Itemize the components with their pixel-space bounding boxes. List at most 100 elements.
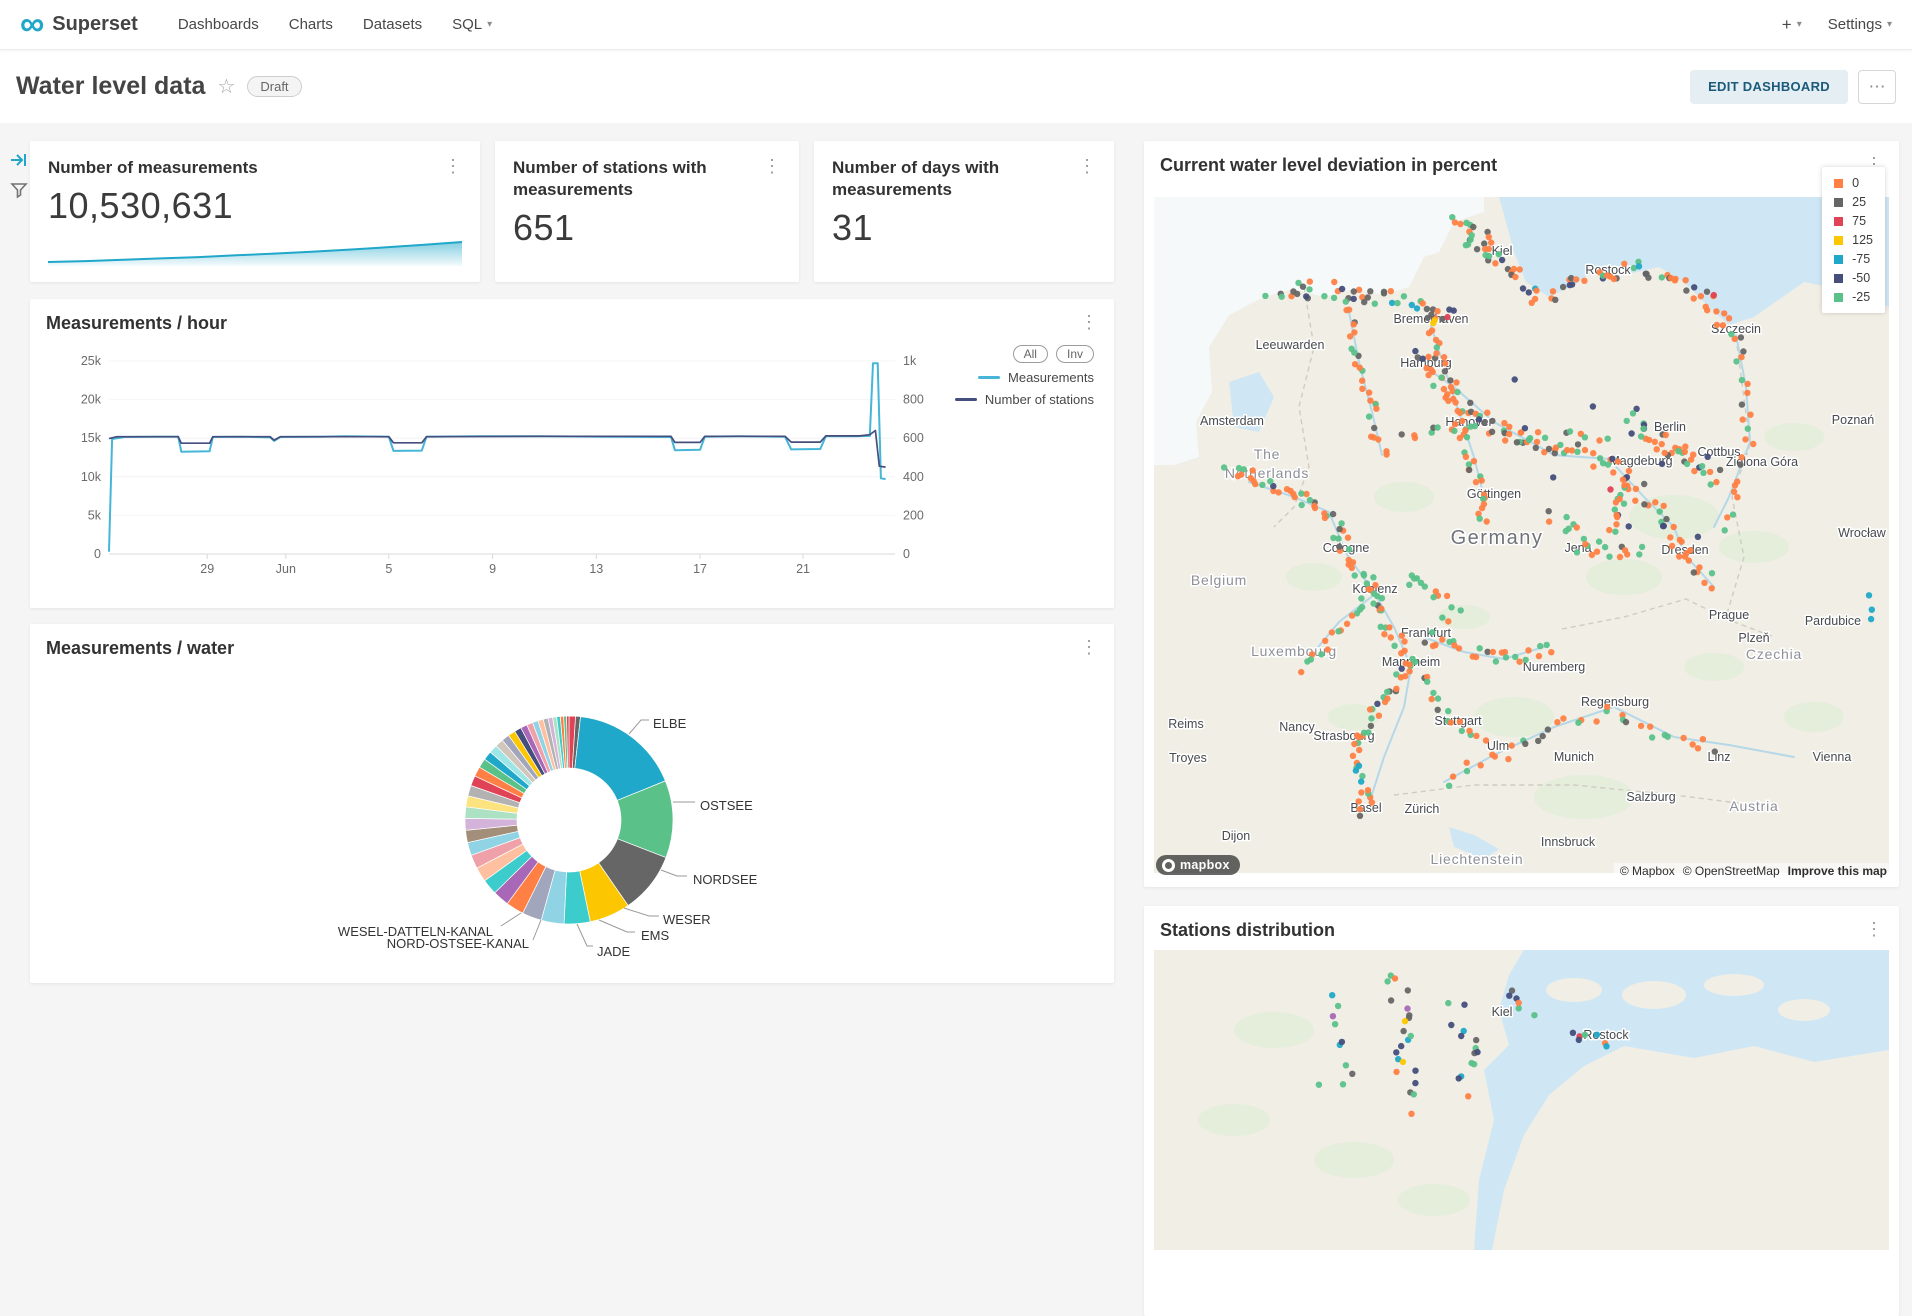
top-navbar: ∞ Superset Dashboards Charts Datasets SQ… bbox=[0, 0, 1912, 50]
improve-map-link[interactable]: Improve this map bbox=[1788, 864, 1887, 878]
filter-funnel-icon[interactable] bbox=[9, 180, 29, 200]
legend-item[interactable]: 0 bbox=[1834, 176, 1873, 190]
favorite-star-icon[interactable]: ☆ bbox=[217, 74, 235, 99]
svg-text:800: 800 bbox=[903, 393, 924, 407]
hour-line-chart[interactable]: 05k10k15k20k25k02004006008001k29Jun59131… bbox=[30, 299, 1114, 608]
legend-label: 75 bbox=[1852, 214, 1866, 228]
navbar-right: +▾ Settings ▾ bbox=[1782, 15, 1892, 35]
map-legend: 0 25 75 125 -75 -50 -25 bbox=[1822, 167, 1885, 313]
svg-text:Berlin: Berlin bbox=[1654, 420, 1686, 434]
chart-legend: All Inv Measurements Number of stations bbox=[955, 345, 1094, 407]
superset-logo-icon[interactable]: ∞ bbox=[20, 11, 44, 38]
settings-label: Settings bbox=[1828, 16, 1882, 33]
legend-label: 25 bbox=[1852, 195, 1866, 209]
legend-swatch bbox=[1834, 236, 1843, 245]
draft-badge: Draft bbox=[247, 76, 301, 97]
water-donut-chart[interactable]: ELBEOSTSEENORDSEEWESEREMSJADEWESEL-DATTE… bbox=[30, 624, 1114, 983]
svg-text:Luxembourg: Luxembourg bbox=[1251, 643, 1337, 659]
kebab-menu-icon[interactable]: ⋮ bbox=[755, 157, 781, 175]
svg-text:25k: 25k bbox=[81, 354, 102, 368]
svg-text:The: The bbox=[1254, 446, 1281, 462]
legend-item[interactable]: -75 bbox=[1834, 252, 1873, 266]
svg-text:0: 0 bbox=[94, 547, 101, 561]
svg-text:Prague: Prague bbox=[1709, 608, 1749, 622]
nav-item-charts[interactable]: Charts bbox=[289, 16, 333, 33]
svg-text:Kiel: Kiel bbox=[1492, 244, 1513, 258]
svg-text:13: 13 bbox=[589, 562, 603, 576]
svg-text:Pardubice: Pardubice bbox=[1805, 614, 1861, 628]
stations-scatter-map[interactable]: KielRostock bbox=[1154, 950, 1889, 1316]
legend-item[interactable]: -50 bbox=[1834, 271, 1873, 285]
nav-label: Datasets bbox=[363, 16, 422, 33]
svg-text:Ulm: Ulm bbox=[1487, 739, 1509, 753]
svg-text:Wrocław: Wrocław bbox=[1838, 526, 1887, 540]
nav-item-sql[interactable]: SQL ▾ bbox=[452, 16, 492, 33]
kebab-menu-icon[interactable]: ⋮ bbox=[436, 157, 462, 175]
chart-panel-deviation-map: Current water level deviation in percent… bbox=[1144, 141, 1899, 887]
chevron-down-icon: ▾ bbox=[1887, 19, 1892, 30]
svg-text:Vienna: Vienna bbox=[1813, 750, 1852, 764]
legend-label: -25 bbox=[1852, 290, 1870, 304]
kpi-value: 31 bbox=[832, 207, 1096, 249]
kebab-menu-icon[interactable]: ⋮ bbox=[1070, 157, 1096, 175]
deviation-scatter-map[interactable]: LeeuwardenAmsterdamTheNetherlandsBelgium… bbox=[1154, 197, 1889, 873]
nav-label: SQL bbox=[452, 16, 482, 33]
legend-item[interactable]: -25 bbox=[1834, 290, 1873, 304]
kpi-title: Number of days with measurements bbox=[832, 157, 1070, 201]
nav-label: Dashboards bbox=[178, 16, 259, 33]
chart-panel-stations-distribution: Stations distribution ⋮ KielRostock bbox=[1144, 906, 1899, 1316]
settings-menu-button[interactable]: Settings ▾ bbox=[1828, 16, 1892, 33]
svg-text:Cologne: Cologne bbox=[1323, 541, 1370, 555]
svg-text:Troyes: Troyes bbox=[1169, 751, 1207, 765]
mapbox-circle-icon bbox=[1162, 859, 1175, 872]
svg-text:10k: 10k bbox=[81, 470, 102, 484]
legend-item-measurements[interactable]: Measurements bbox=[978, 370, 1094, 385]
dashboard-header: Water level data ☆ Draft EDIT DASHBOARD … bbox=[0, 50, 1912, 123]
expand-filter-bar-icon[interactable] bbox=[9, 150, 29, 170]
kpi-value: 651 bbox=[513, 207, 781, 249]
svg-text:Jun: Jun bbox=[276, 562, 296, 576]
chevron-down-icon: ▾ bbox=[487, 19, 492, 30]
nav-item-datasets[interactable]: Datasets bbox=[363, 16, 422, 33]
svg-text:0: 0 bbox=[903, 547, 910, 561]
legend-label: Measurements bbox=[1008, 370, 1094, 385]
kebab-menu-icon[interactable]: ⋮ bbox=[1072, 638, 1098, 656]
mapbox-attribution-link[interactable]: © Mapbox bbox=[1620, 864, 1675, 878]
header-actions: EDIT DASHBOARD ⋯ bbox=[1690, 70, 1896, 104]
svg-text:Rostock: Rostock bbox=[1583, 1028, 1629, 1042]
svg-text:600: 600 bbox=[903, 431, 924, 445]
nav-item-dashboards[interactable]: Dashboards bbox=[178, 16, 259, 33]
svg-text:Leeuwarden: Leeuwarden bbox=[1256, 338, 1325, 352]
new-menu-button[interactable]: +▾ bbox=[1782, 15, 1802, 35]
plus-icon: + bbox=[1782, 15, 1792, 35]
svg-text:Germany: Germany bbox=[1451, 527, 1544, 549]
legend-item[interactable]: 125 bbox=[1834, 233, 1873, 247]
svg-text:1k: 1k bbox=[903, 354, 917, 368]
svg-text:ELBE: ELBE bbox=[653, 716, 687, 731]
svg-text:9: 9 bbox=[489, 562, 496, 576]
kpi-card-days: Number of days with measurements ⋮ 31 bbox=[814, 141, 1114, 282]
brand-name[interactable]: Superset bbox=[52, 13, 138, 36]
svg-text:Czechia: Czechia bbox=[1746, 646, 1802, 662]
svg-text:200: 200 bbox=[903, 508, 924, 522]
svg-text:Amsterdam: Amsterdam bbox=[1200, 414, 1264, 428]
svg-text:Salzburg: Salzburg bbox=[1626, 790, 1675, 804]
legend-label: -75 bbox=[1852, 252, 1870, 266]
more-options-button[interactable]: ⋯ bbox=[1858, 70, 1896, 104]
legend-invert-button[interactable]: Inv bbox=[1056, 345, 1094, 363]
osm-attribution-link[interactable]: © OpenStreetMap bbox=[1683, 864, 1780, 878]
kpi-title: Number of stations with measurements bbox=[513, 157, 755, 201]
chart-panel-measurements-hour: Measurements / hour ⋮ 05k10k15k20k25k020… bbox=[30, 299, 1114, 608]
edit-dashboard-button[interactable]: EDIT DASHBOARD bbox=[1690, 70, 1848, 104]
legend-item-stations[interactable]: Number of stations bbox=[955, 392, 1094, 407]
legend-swatch bbox=[1834, 255, 1843, 264]
legend-label: 125 bbox=[1852, 233, 1873, 247]
mapbox-logo[interactable]: mapbox bbox=[1156, 855, 1240, 875]
legend-item[interactable]: 75 bbox=[1834, 214, 1873, 228]
kebab-menu-icon[interactable]: ⋮ bbox=[1857, 920, 1883, 938]
chart-title: Stations distribution bbox=[1160, 920, 1335, 941]
legend-item[interactable]: 25 bbox=[1834, 195, 1873, 209]
svg-text:Innsbruck: Innsbruck bbox=[1541, 835, 1596, 849]
kebab-menu-icon[interactable]: ⋮ bbox=[1072, 313, 1098, 331]
legend-select-all-button[interactable]: All bbox=[1013, 345, 1048, 363]
